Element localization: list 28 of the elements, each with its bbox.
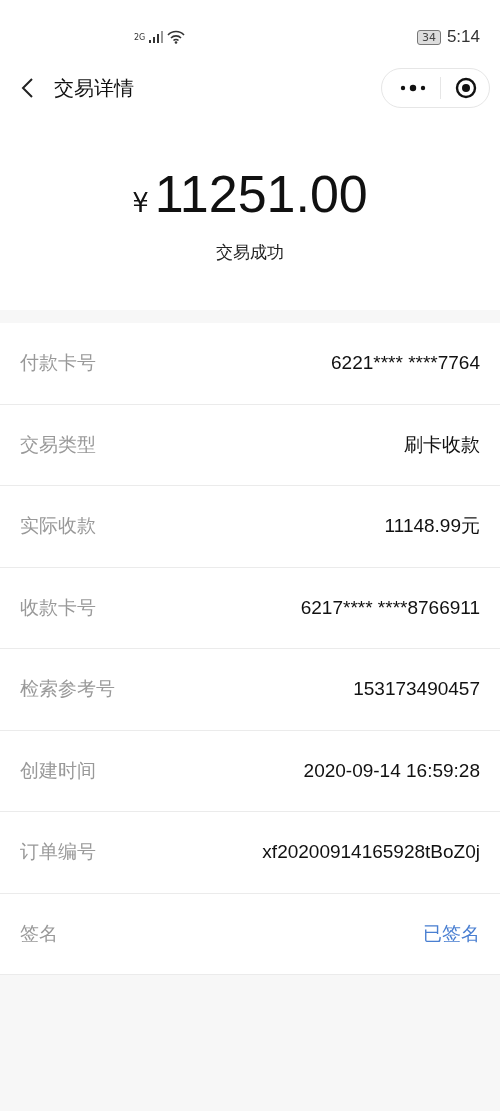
field-value: 153173490457 — [353, 678, 480, 701]
currency-symbol: ¥ — [132, 188, 149, 218]
battery-icon: 34 — [416, 29, 441, 45]
more-icon[interactable] — [400, 84, 426, 92]
back-icon[interactable] — [20, 77, 34, 99]
wifi-icon — [167, 30, 186, 44]
page-title: 交易详情 — [54, 74, 135, 102]
transaction-status: 交易成功 — [216, 241, 284, 265]
amount: 11251.00 — [154, 166, 368, 224]
field-value: 6217**** ****8766911 — [300, 596, 480, 619]
network-label: 2G — [134, 32, 146, 42]
signature-link[interactable]: 已签名 — [423, 920, 480, 947]
field-label: 付款卡号 — [20, 350, 96, 376]
clock-time: 5:14 — [446, 27, 480, 47]
field-value: 刷卡收款 — [404, 432, 480, 457]
field-label: 订单编号 — [20, 839, 96, 865]
close-icon[interactable] — [455, 77, 477, 99]
field-value: 11148.99元 — [384, 514, 480, 539]
field-value: 6221**** ****7764 — [331, 352, 480, 375]
field-label: 实际收款 — [20, 513, 96, 539]
signal-icon — [149, 31, 164, 43]
field-label: 检索参考号 — [20, 676, 115, 702]
field-label: 交易类型 — [20, 431, 96, 457]
field-label: 创建时间 — [20, 757, 96, 783]
field-label: 签名 — [20, 920, 58, 946]
field-label: 收款卡号 — [20, 594, 96, 620]
field-value: 2020-09-14 16:59:28 — [303, 759, 480, 782]
field-value: xf20200914165928tBoZ0j — [262, 841, 480, 864]
